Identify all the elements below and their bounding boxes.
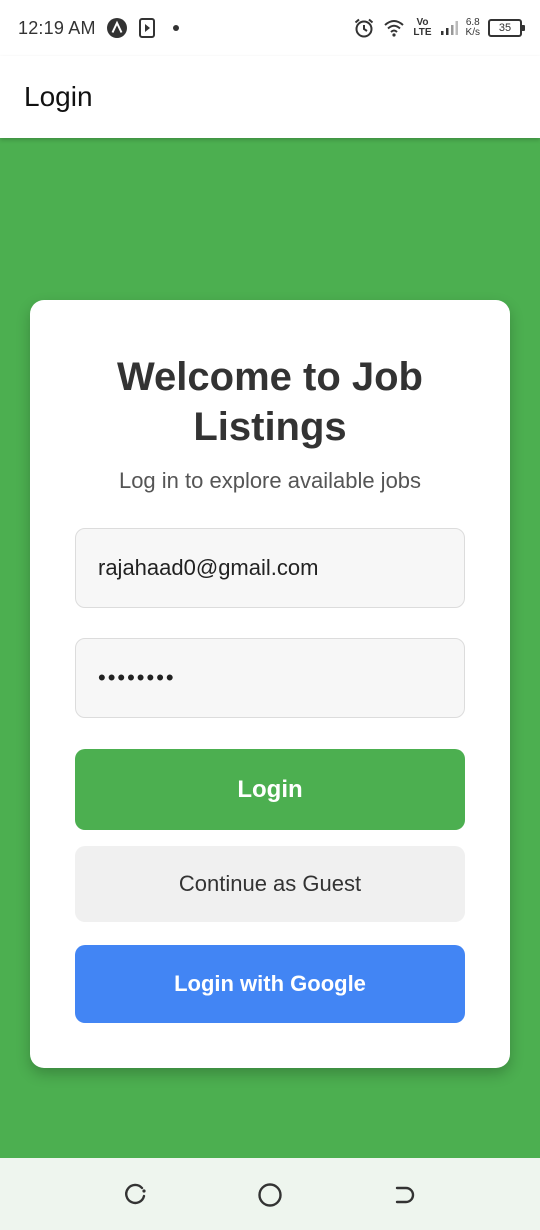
recents-icon[interactable] (389, 1180, 419, 1210)
volte-indicator: Vo LTE (413, 18, 431, 38)
back-icon[interactable] (120, 1180, 150, 1210)
network-speed: 6.8 K/s (466, 18, 480, 38)
email-input[interactable] (75, 528, 465, 608)
app-bar: Login (0, 56, 540, 138)
main-background: Welcome to Job Listings Log in to explor… (0, 138, 540, 1158)
status-left: 12:19 AM (18, 17, 186, 39)
alarm-icon (355, 18, 374, 38)
navigation-bar (0, 1158, 540, 1230)
status-time: 12:19 AM (18, 17, 96, 38)
welcome-title-line-1: Welcome to Job (117, 355, 423, 399)
status-right: Vo LTE 6.8 K/s 35 (353, 17, 525, 39)
notification-dot-icon (172, 25, 179, 31)
welcome-title-line-2: Listings (193, 405, 347, 449)
page-title: Login (24, 81, 93, 112)
network-speed-unit: K/s (465, 27, 480, 38)
battery-icon: 35 (488, 19, 525, 37)
volte-bottom: LTE (413, 27, 432, 38)
login-card: Welcome to Job Listings Log in to explor… (30, 300, 510, 1068)
login-with-google-button[interactable]: Login with Google (75, 945, 465, 1023)
status-bar: 12:19 AM Vo LTE 6.8 K/s 35 (0, 0, 540, 56)
app-a-icon (106, 18, 127, 38)
home-icon[interactable] (255, 1180, 285, 1210)
password-input[interactable] (75, 638, 465, 718)
wifi-icon (384, 20, 405, 37)
welcome-title: Welcome to Job Listings (30, 352, 510, 452)
welcome-subtitle: Log in to explore available jobs (118, 468, 422, 493)
signal-icon (440, 21, 458, 35)
login-button[interactable]: Login (75, 749, 465, 830)
continue-as-guest-button[interactable]: Continue as Guest (75, 846, 465, 922)
battery-level: 35 (498, 22, 512, 34)
media-player-icon (138, 18, 155, 38)
